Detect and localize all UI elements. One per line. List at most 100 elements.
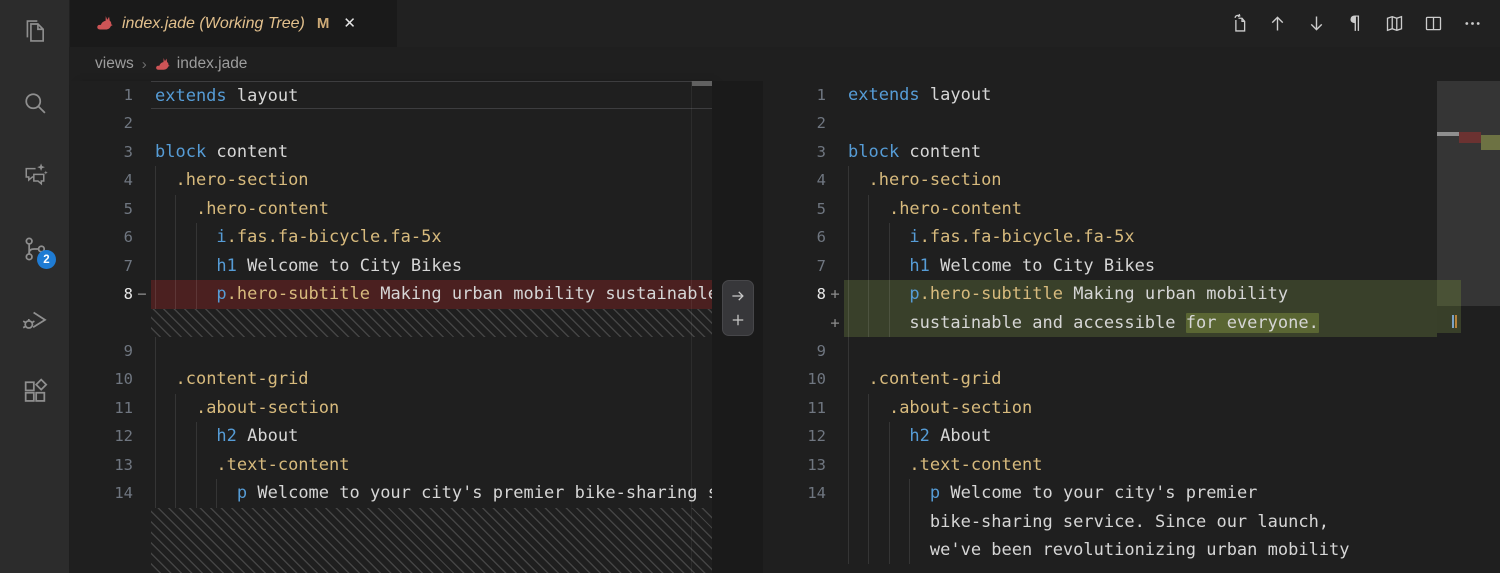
- line-number: 2: [123, 114, 133, 133]
- code-line[interactable]: 4 .hero-section: [763, 166, 1437, 195]
- line-content: i.fas.fa-bicycle.fa-5x: [844, 223, 1437, 252]
- code-line[interactable]: 3 block content: [70, 138, 712, 166]
- code-line[interactable]: 9: [70, 336, 712, 366]
- vscode-diff-editor-window: 2 index.jade (Working Tree) M ✕ ¶ views ›…: [0, 0, 1500, 573]
- code-line[interactable]: 10 .content-grid: [763, 365, 1437, 394]
- line-number: 1: [123, 86, 133, 104]
- code-line[interactable]: 7 h1 Welcome to City Bikes: [70, 251, 712, 281]
- code-line[interactable]: 7 h1 Welcome to City Bikes: [763, 251, 1437, 281]
- line-number: 4: [123, 171, 133, 190]
- close-icon[interactable]: ✕: [343, 16, 356, 31]
- diff-filler-line[interactable]: [70, 507, 712, 573]
- diff-filler-line[interactable]: [70, 308, 712, 337]
- tab-bar: index.jade (Working Tree) M ✕ ¶: [69, 0, 1500, 47]
- code-line[interactable]: 3 block content: [763, 138, 1437, 166]
- code-line[interactable]: bike-sharing service. Since our launch,: [763, 507, 1437, 536]
- breadcrumb-item-index-jade[interactable]: index.jade: [155, 55, 247, 73]
- line-number: 14: [807, 484, 826, 503]
- diff-sign: [826, 394, 844, 422]
- minimap-added-row: [1437, 306, 1461, 333]
- revert-change-button[interactable]: [728, 286, 748, 306]
- line-content: block content: [155, 141, 289, 162]
- minimap-slider[interactable]: [1437, 81, 1500, 306]
- breadcrumb-item-views[interactable]: views: [95, 55, 134, 73]
- line-number: 2: [816, 114, 826, 133]
- activity-item-source-control[interactable]: 2: [21, 235, 56, 269]
- activity-item-search[interactable]: [21, 89, 49, 117]
- code-line[interactable]: 11 .about-section: [70, 393, 712, 423]
- line-content: [844, 109, 1437, 137]
- line-content: h2 About: [151, 422, 712, 451]
- code-line[interactable]: 14 p Welcome to your city's premier bike…: [70, 479, 712, 508]
- line-content: h1 Welcome to City Bikes: [151, 251, 712, 281]
- diff-sign: [826, 195, 844, 223]
- activity-item-explorer[interactable]: [21, 17, 49, 45]
- more-actions-button[interactable]: [1461, 13, 1483, 35]
- line-content: [151, 507, 712, 573]
- toggle-split-view-button[interactable]: [1422, 13, 1444, 35]
- toggle-split-view-icon: [1423, 13, 1444, 34]
- code-line[interactable]: 4 .hero-section: [70, 166, 712, 195]
- diff-pane-modified[interactable]: 1 extends layout 2 3 block content 4 .hero-se…: [763, 81, 1437, 573]
- code-line[interactable]: 13 .text-content: [70, 450, 712, 480]
- code-line[interactable]: 8 + p.hero-subtitle Making urban mobility: [763, 280, 1437, 309]
- breadcrumb-label: views: [95, 55, 134, 72]
- line-number: 8: [123, 285, 133, 304]
- modified-badge: M: [316, 15, 330, 32]
- code-line[interactable]: we've been revolutionizing urban mobilit…: [763, 536, 1437, 565]
- code-line[interactable]: 10 .content-grid: [70, 365, 712, 394]
- line-content: .hero-section: [844, 166, 1437, 195]
- code-line[interactable]: 1 extends layout: [70, 81, 712, 110]
- code-line[interactable]: 11 .about-section: [763, 393, 1437, 423]
- line-number: 10: [807, 370, 826, 389]
- diff-sign: [133, 138, 151, 166]
- collapse-unchanged-regions-button[interactable]: [1383, 13, 1405, 35]
- diff-sign: [826, 109, 844, 137]
- code-line[interactable]: 12 h2 About: [70, 422, 712, 451]
- previous-change-button[interactable]: [1266, 13, 1288, 35]
- line-content: [151, 109, 712, 137]
- diff-sign: +: [830, 313, 840, 332]
- diff-sign: [133, 365, 151, 393]
- code-line[interactable]: 9: [763, 336, 1437, 366]
- arrow-right-icon: [729, 287, 747, 305]
- editor-actions: ¶: [1227, 0, 1500, 47]
- code-line[interactable]: 13 .text-content: [763, 450, 1437, 480]
- code-line[interactable]: 5 .hero-content: [70, 194, 712, 224]
- activity-item-copilot-chat[interactable]: [21, 161, 49, 189]
- line-content: extends layout: [848, 85, 992, 105]
- code-line[interactable]: 5 .hero-content: [763, 194, 1437, 224]
- toggle-whitespace-button[interactable]: ¶: [1344, 13, 1366, 35]
- code-line[interactable]: 2: [70, 109, 712, 137]
- diff-sign: [826, 138, 844, 166]
- line-content: h1 Welcome to City Bikes: [844, 251, 1437, 281]
- line-number: [763, 536, 826, 564]
- scrollbar-track: [691, 81, 712, 573]
- add-change-button[interactable]: [728, 310, 748, 330]
- line-content: .text-content: [151, 450, 712, 480]
- line-content: .hero-content: [844, 194, 1437, 224]
- scrollbar-slider[interactable]: [692, 81, 712, 86]
- code-line[interactable]: 1 extends layout: [763, 81, 1437, 109]
- line-number: 9: [816, 341, 826, 360]
- diff-pane-original[interactable]: 1 extends layout 2 3 block content 4 .hero-se…: [70, 81, 712, 573]
- tab-index-jade[interactable]: index.jade (Working Tree) M ✕: [70, 0, 397, 47]
- source-control-badge: 2: [37, 250, 56, 269]
- code-line[interactable]: 6 i.fas.fa-bicycle.fa-5x: [763, 223, 1437, 252]
- code-line[interactable]: 2: [763, 109, 1437, 137]
- diff-sign: [826, 166, 844, 194]
- code-line[interactable]: 6 i.fas.fa-bicycle.fa-5x: [70, 223, 712, 252]
- pug-file-icon: [155, 57, 170, 72]
- code-line[interactable]: + sustainable and accessible for everyon…: [763, 308, 1437, 337]
- line-number: 3: [816, 142, 826, 161]
- tab-title: index.jade (Working Tree): [122, 14, 305, 32]
- next-change-button[interactable]: [1305, 13, 1327, 35]
- line-number: 11: [807, 398, 826, 417]
- code-line[interactable]: 12 h2 About: [763, 422, 1437, 451]
- activity-item-run-and-debug[interactable]: [21, 306, 49, 334]
- code-line[interactable]: 14 p Welcome to your city's premier: [763, 479, 1437, 508]
- activity-item-extensions[interactable]: [21, 377, 49, 405]
- open-file-button[interactable]: [1227, 13, 1249, 35]
- code-line[interactable]: [763, 564, 1437, 573]
- code-line[interactable]: 8− p.hero-subtitle Making urban mobility…: [70, 280, 712, 309]
